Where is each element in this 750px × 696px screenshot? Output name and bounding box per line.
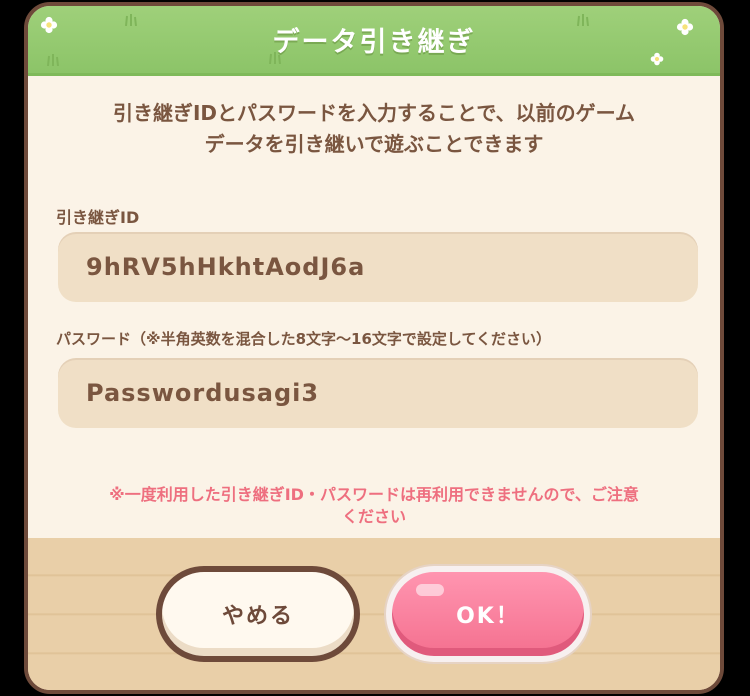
intro-text: 引き継ぎIDとパスワードを入力することで、以前のゲーム データを引き継いで遊ぶこ… (48, 98, 700, 160)
transfer-id-input[interactable]: 9hRV5hHkhtAodJ6a (58, 232, 698, 302)
ok-button[interactable]: OK！ (386, 566, 590, 662)
cancel-button[interactable]: やめる (156, 566, 360, 662)
dialog-header: データ引き継ぎ (28, 6, 720, 76)
reuse-warning-line-1: ※一度利用した引き継ぎID・パスワードは再利用できませんので、ご注意 (109, 485, 639, 504)
transfer-id-label: 引き継ぎID (56, 208, 140, 227)
reuse-warning-line-2: ください (341, 507, 406, 526)
password-value: Passwordusagi3 (86, 379, 320, 407)
intro-line-1: 引き継ぎIDとパスワードを入力することで、以前のゲーム (112, 101, 636, 125)
dialog-title: データ引き継ぎ (272, 27, 476, 58)
password-input[interactable]: Passwordusagi3 (58, 358, 698, 428)
reuse-warning: ※一度利用した引き継ぎID・パスワードは再利用できませんので、ご注意 ください (42, 484, 706, 528)
cancel-button-label: やめる (221, 604, 294, 629)
password-label: パスワード（※半角英数を混合した8文字～16文字で設定してください） (56, 330, 551, 348)
data-transfer-dialog: データ引き継ぎ 引き継ぎIDとパスワードを入力することで、以前のゲーム データを… (24, 2, 724, 694)
ok-button-label: OK！ (456, 604, 520, 629)
intro-line-2: データを引き継いで遊ぶことできます (204, 132, 544, 156)
button-shine (416, 584, 444, 596)
dialog-footer: やめる OK！ (28, 538, 720, 690)
transfer-id-value: 9hRV5hHkhtAodJ6a (86, 253, 366, 281)
